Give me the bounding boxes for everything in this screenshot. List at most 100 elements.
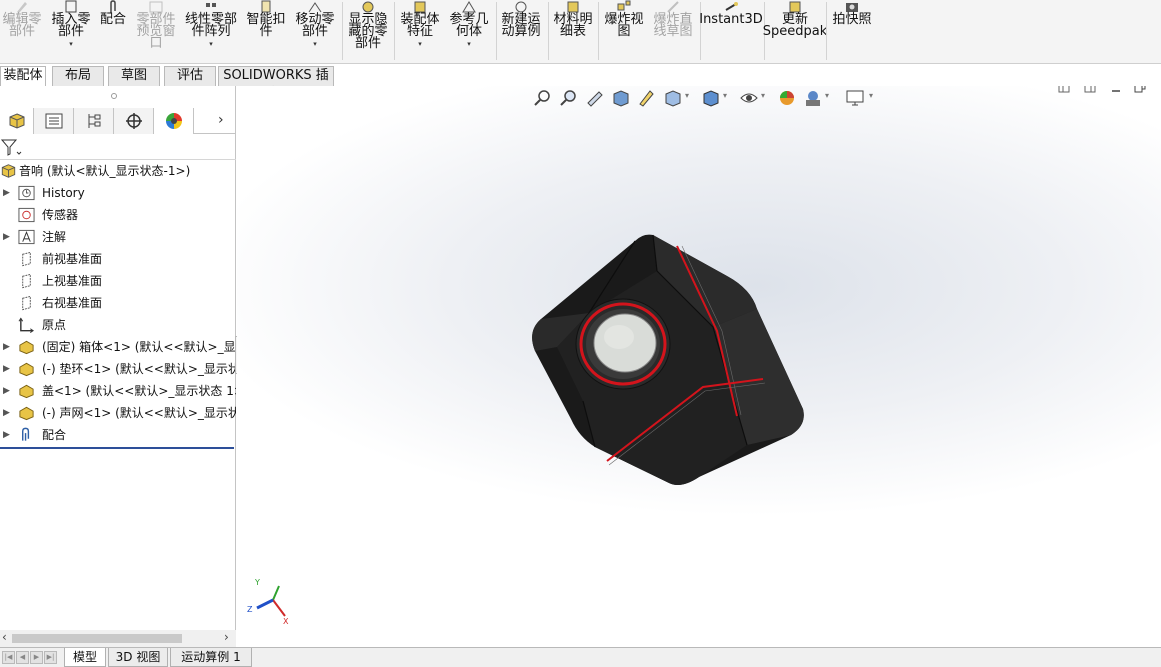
new-motion-study-button[interactable]: 新建运 动算例 bbox=[498, 0, 544, 63]
tree-root[interactable]: 音响 (默认<默认_显示状态-1>) bbox=[0, 160, 236, 182]
zoom-to-fit-icon[interactable] bbox=[533, 88, 553, 108]
view-orientation-icon[interactable] bbox=[663, 88, 683, 108]
exploded-view-label: 爆炸视 图 bbox=[604, 12, 644, 39]
chevron-down-icon[interactable]: ▾ bbox=[761, 91, 765, 100]
expand-arrow-icon[interactable]: ▶ bbox=[3, 380, 10, 402]
tab-assembly[interactable]: 装配体 bbox=[0, 66, 46, 86]
smart-fasteners-button[interactable]: 智能扣 件 bbox=[244, 0, 288, 63]
chevron-down-icon[interactable]: ▾ bbox=[313, 40, 317, 48]
chevron-down-icon[interactable]: ▾ bbox=[685, 91, 689, 100]
tile-left-icon[interactable] bbox=[1057, 86, 1071, 94]
tree-item-label: 配合 bbox=[42, 428, 67, 442]
chevron-down-icon[interactable]: ▾ bbox=[825, 91, 829, 100]
first-tab-icon[interactable]: |◀ bbox=[2, 651, 15, 664]
chevron-right-icon[interactable]: › bbox=[218, 112, 224, 128]
tab-motion-study[interactable]: 运动算例 1 bbox=[170, 648, 252, 667]
tree-filter[interactable] bbox=[0, 136, 236, 160]
expand-arrow-icon[interactable]: ▶ bbox=[3, 226, 10, 248]
zoom-to-area-icon[interactable] bbox=[559, 88, 579, 108]
tab-display-manager[interactable] bbox=[154, 108, 194, 134]
prev-tab-icon[interactable]: ◀ bbox=[16, 651, 29, 664]
insert-components-button[interactable]: 插入零 部件 ▾ bbox=[48, 0, 94, 63]
apply-scene-icon[interactable] bbox=[803, 88, 823, 108]
explode-line-sketch-button[interactable]: 爆炸直 线草图 bbox=[650, 0, 696, 63]
part-icon bbox=[19, 340, 34, 355]
speaker-3d-model[interactable] bbox=[527, 231, 807, 496]
chevron-down-icon[interactable]: ▾ bbox=[209, 40, 213, 48]
expand-arrow-icon[interactable]: ▶ bbox=[3, 424, 10, 446]
expand-arrow-icon[interactable]: ▶ bbox=[3, 336, 10, 358]
triad-y-label: Y bbox=[254, 578, 260, 587]
chevron-right-icon[interactable]: › bbox=[224, 630, 229, 644]
minimize-icon[interactable] bbox=[1109, 86, 1123, 94]
reference-geometry-label: 参考几 何体 bbox=[449, 12, 489, 39]
tab-dimxpert-manager[interactable] bbox=[114, 108, 154, 134]
tree-item-component[interactable]: ▶ (-) 垫环<1> (默认<<默认>_显示状 bbox=[0, 358, 236, 380]
display-style-icon[interactable] bbox=[701, 88, 721, 108]
tree-item-sensors[interactable]: 传感器 bbox=[0, 204, 236, 226]
chevron-down-icon[interactable]: ▾ bbox=[869, 91, 873, 100]
chevron-down-icon[interactable]: ▾ bbox=[467, 40, 471, 48]
part-icon bbox=[19, 406, 34, 421]
tab-layout[interactable]: 布局 bbox=[52, 66, 104, 86]
chevron-down-icon[interactable]: ▾ bbox=[418, 40, 422, 48]
edit-component-button[interactable]: 编辑零 部件 bbox=[0, 0, 44, 63]
section-view-icon[interactable] bbox=[611, 88, 631, 108]
bill-of-materials-button[interactable]: 材料明 细表 bbox=[550, 0, 596, 63]
tree-item-annotations[interactable]: ▶ 注解 bbox=[0, 226, 236, 248]
tab-3d-views[interactable]: 3D 视图 bbox=[108, 648, 168, 667]
panel-grip[interactable] bbox=[0, 86, 236, 108]
tree-item-mates[interactable]: ▶ 配合 bbox=[0, 424, 236, 446]
linear-pattern-button[interactable]: 线性零部 件阵列 ▾ bbox=[182, 0, 240, 63]
expand-arrow-icon[interactable]: ▶ bbox=[3, 182, 10, 204]
tree-item-label: 盖<1> (默认<<默认>_显示状态 1> bbox=[42, 384, 236, 398]
chevron-down-icon[interactable]: ▾ bbox=[723, 91, 727, 100]
tree-rollback-bar[interactable] bbox=[0, 447, 234, 449]
exploded-view-button[interactable]: 爆炸视 图 bbox=[600, 0, 648, 63]
tab-property-manager[interactable] bbox=[34, 108, 74, 134]
tree-item-top-plane[interactable]: 上视基准面 bbox=[0, 270, 236, 292]
update-speedpak-button[interactable]: 更新 Speedpak bbox=[763, 0, 827, 63]
feature-manager-panel: › 音响 (默认<默认_显示状态-1>) ▶ History 传感器 ▶ 注解 … bbox=[0, 86, 236, 647]
tree-item-component[interactable]: ▶ (-) 声网<1> (默认<<默认>_显示状 bbox=[0, 402, 236, 424]
next-tab-icon[interactable]: ▶ bbox=[30, 651, 43, 664]
scrollbar-thumb[interactable] bbox=[12, 634, 182, 643]
edit-appearance-icon[interactable] bbox=[777, 88, 797, 108]
reference-geometry-button[interactable]: 参考几 何体 ▾ bbox=[446, 0, 492, 63]
component-preview-button[interactable]: 零部件 预览窗 口 bbox=[134, 0, 178, 63]
tab-sketch[interactable]: 草图 bbox=[108, 66, 160, 86]
tree-item-component[interactable]: ▶ 盖<1> (默认<<默认>_显示状态 1> bbox=[0, 380, 236, 402]
expand-arrow-icon[interactable]: ▶ bbox=[3, 358, 10, 380]
edit-component-label: 编辑零 部件 bbox=[2, 12, 42, 39]
chevron-left-icon[interactable]: ‹ bbox=[2, 630, 7, 644]
monitor-icon[interactable] bbox=[845, 88, 865, 108]
tab-feature-manager[interactable] bbox=[0, 108, 34, 134]
previous-view-icon[interactable] bbox=[585, 88, 605, 108]
tree-item-origin[interactable]: 原点 bbox=[0, 314, 236, 336]
tab-evaluate[interactable]: 评估 bbox=[164, 66, 216, 86]
assembly-features-button[interactable]: 装配体 特征 ▾ bbox=[398, 0, 442, 63]
move-component-button[interactable]: 移动零 部件 ▾ bbox=[292, 0, 338, 63]
eye-icon[interactable] bbox=[739, 88, 759, 108]
tree-item-right-plane[interactable]: 右视基准面 bbox=[0, 292, 236, 314]
restore-icon[interactable] bbox=[1133, 86, 1147, 94]
tree-item-history[interactable]: ▶ History bbox=[0, 182, 236, 204]
expand-arrow-icon[interactable]: ▶ bbox=[3, 402, 10, 424]
tree-item-component[interactable]: ▶ (固定) 箱体<1> (默认<<默认>_显示 bbox=[0, 336, 236, 358]
graphics-area[interactable]: ▾ ▾ ▾ ▾ ▾ Y X Z bbox=[237, 86, 1161, 647]
manager-tabs: › bbox=[0, 108, 236, 134]
tab-model[interactable]: 模型 bbox=[64, 648, 106, 667]
mate-button[interactable]: 配合 bbox=[96, 0, 130, 63]
tree-horizontal-scrollbar[interactable]: ‹ › bbox=[0, 630, 236, 647]
tile-right-icon[interactable] bbox=[1083, 86, 1097, 94]
take-snapshot-button[interactable]: 拍快照 bbox=[828, 0, 876, 63]
dynamic-annotation-icon[interactable] bbox=[637, 88, 657, 108]
last-tab-icon[interactable]: ▶| bbox=[44, 651, 57, 664]
show-hidden-components-button[interactable]: 显示隐 藏的零 部件 bbox=[346, 0, 390, 63]
chevron-down-icon[interactable]: ▾ bbox=[69, 40, 73, 48]
ribbon-separator bbox=[342, 2, 343, 60]
tree-item-front-plane[interactable]: 前视基准面 bbox=[0, 248, 236, 270]
tab-solidworks-addins[interactable]: SOLIDWORKS 插件 bbox=[218, 66, 334, 101]
tab-configuration-manager[interactable] bbox=[74, 108, 114, 134]
instant3d-button[interactable]: Instant3D bbox=[699, 0, 763, 63]
